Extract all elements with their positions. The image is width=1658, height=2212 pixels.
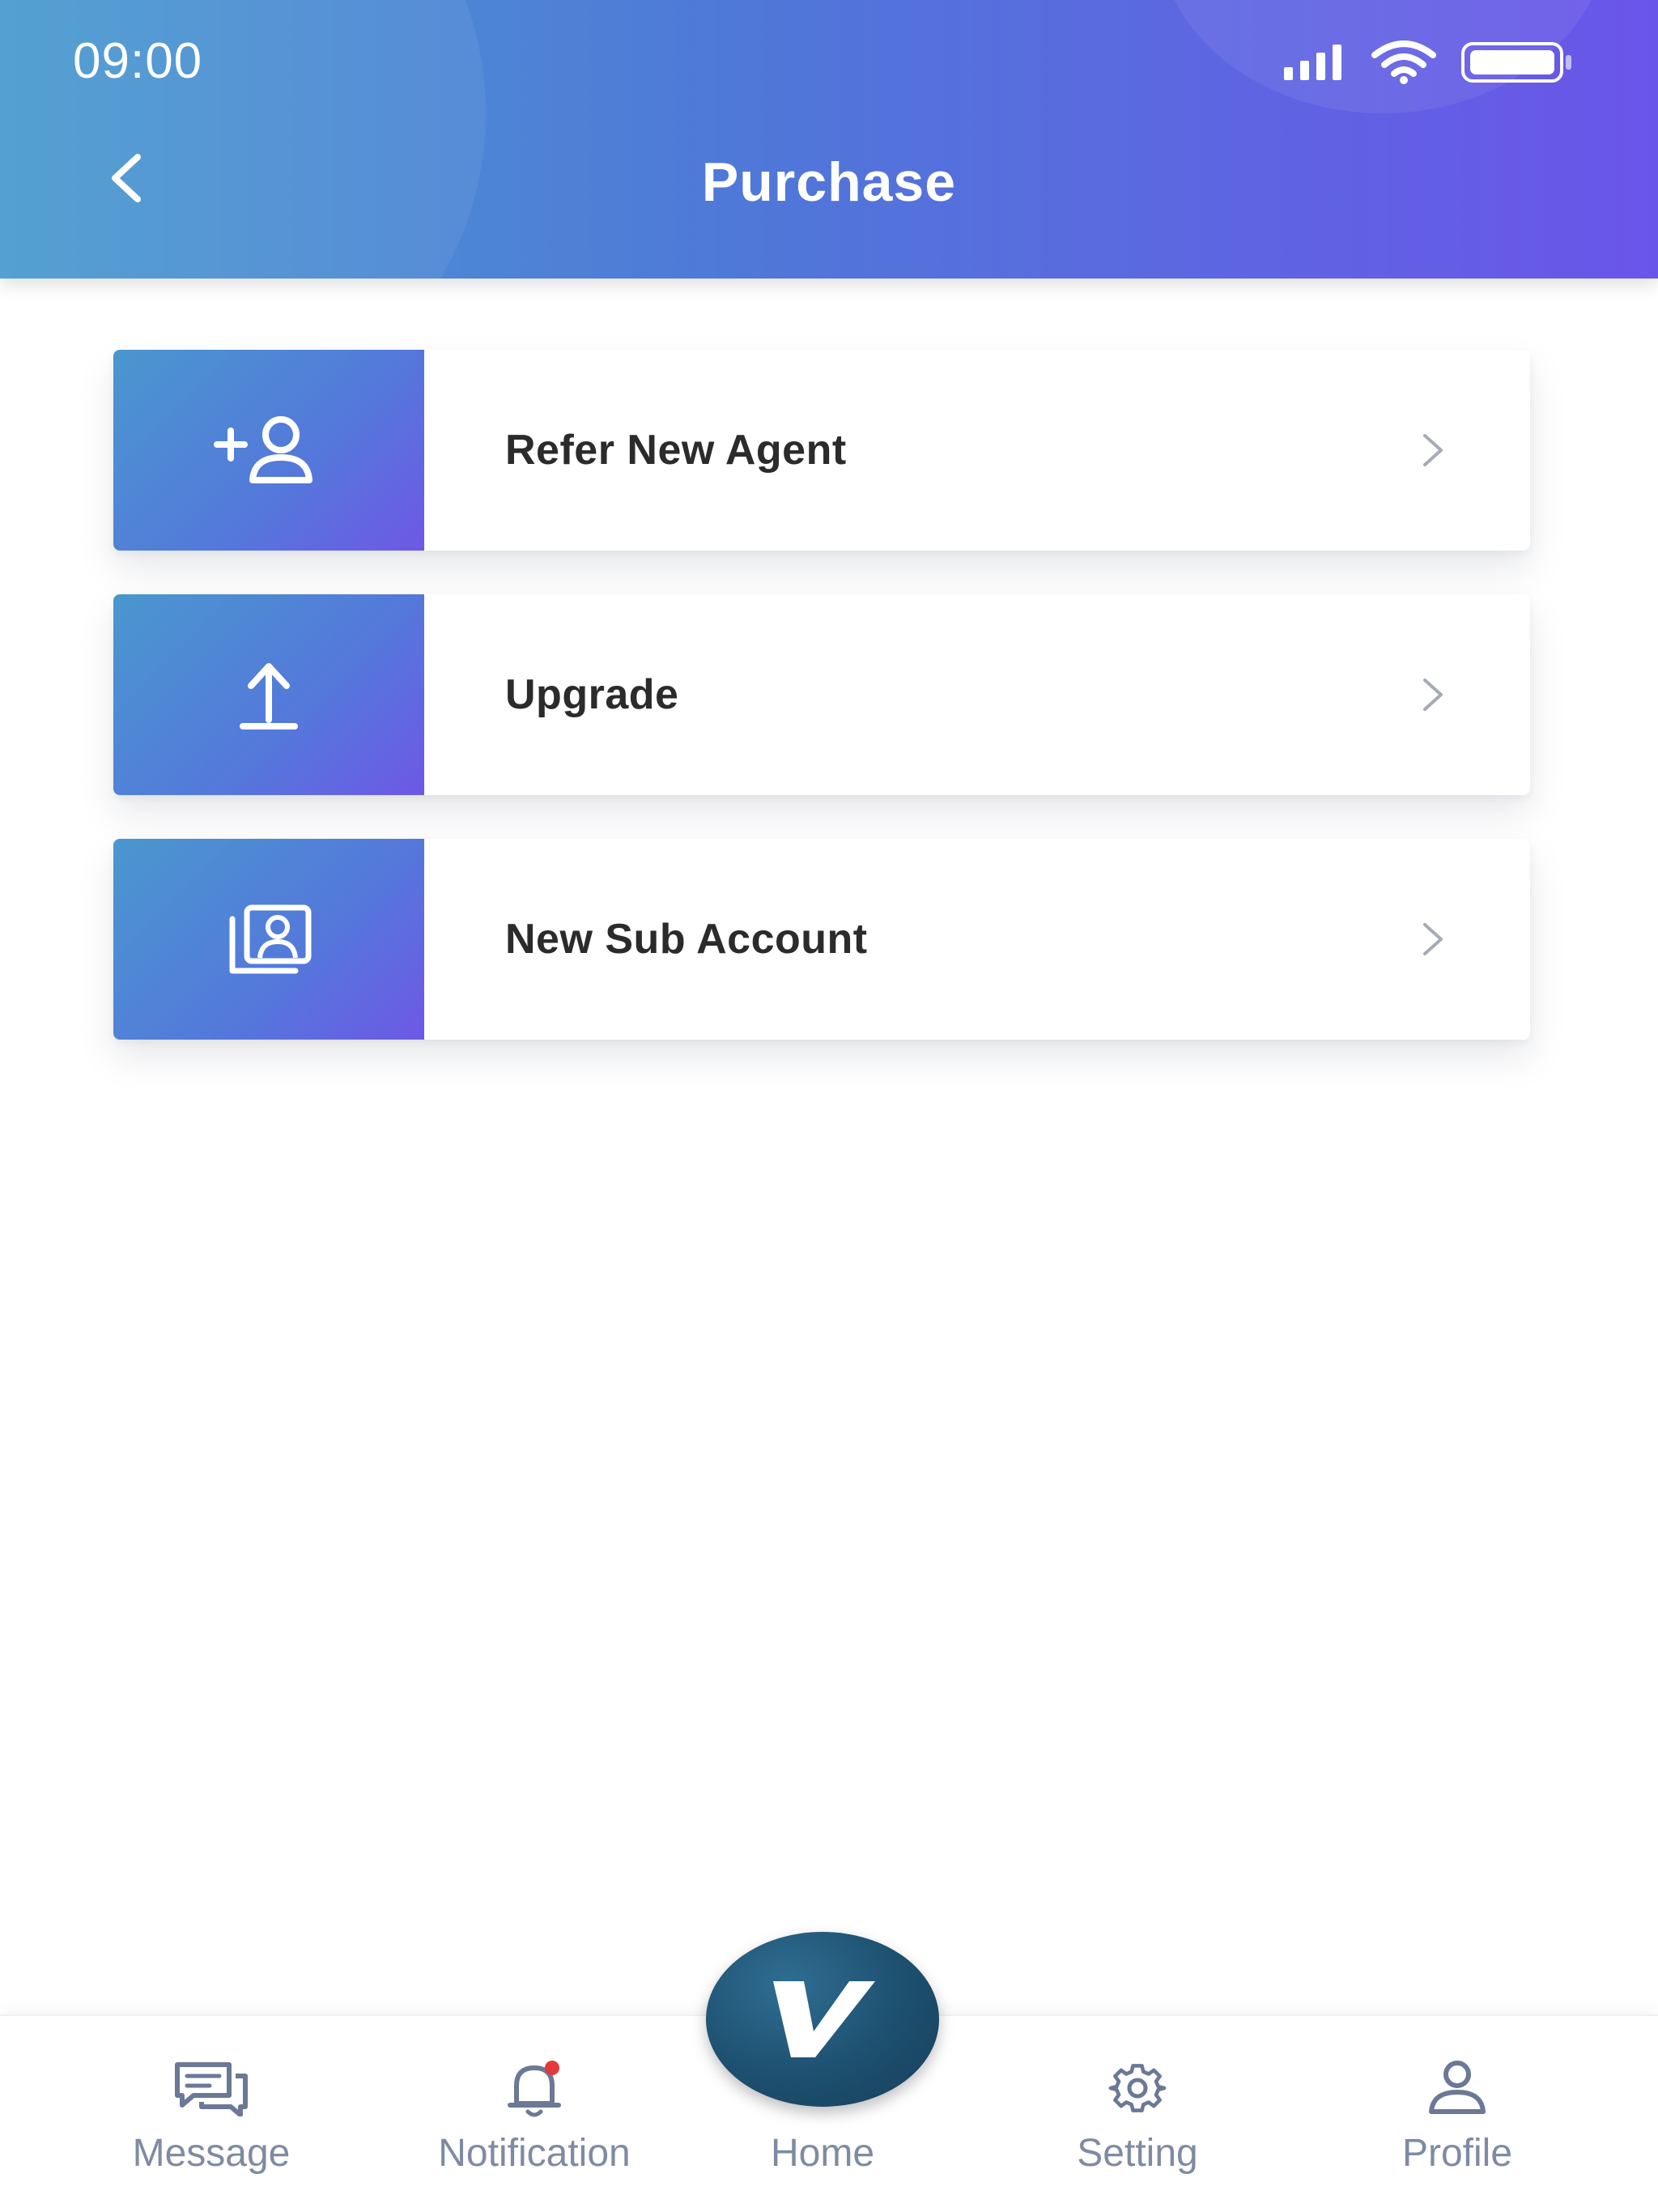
header: 09:00 Purchase [0, 0, 1658, 279]
nav-label: Setting [1077, 2132, 1198, 2175]
new-sub-account-item[interactable]: New Sub Account [113, 839, 1530, 1040]
refer-new-agent-item[interactable]: Refer New Agent [113, 350, 1530, 551]
chevron-right-icon [1423, 678, 1443, 711]
nav-label: Profile [1401, 2132, 1513, 2175]
nav-label: Notification [438, 2132, 631, 2175]
nav-item-profile[interactable]: Profile [1368, 2016, 1546, 2212]
menu-item-label: Refer New Agent [505, 427, 847, 474]
chevron-right-icon [1423, 923, 1443, 955]
purchase-screen: 09:00 Purchase Refer New Agent Upgrade N… [0, 0, 1658, 2212]
nav-item-setting[interactable]: Setting [1044, 2016, 1231, 2212]
signal-icon [1284, 45, 1341, 80]
nav-label: Message [132, 2132, 291, 2175]
chevron-right-icon [1423, 434, 1443, 466]
chat-bubbles-icon [175, 2062, 248, 2116]
card-icon-box [113, 594, 424, 795]
status-icons [1282, 40, 1574, 84]
upgrade-item[interactable]: Upgrade [113, 594, 1530, 795]
notification-badge [545, 2061, 559, 2075]
battery-icon [1461, 42, 1571, 83]
menu-list: Refer New Agent Upgrade New Sub Account [113, 350, 1530, 1083]
bell-icon [508, 2061, 561, 2117]
profile-stack-icon [229, 904, 312, 974]
menu-item-label: Upgrade [505, 671, 679, 718]
card-icon-box [113, 350, 424, 551]
home-button[interactable] [706, 1932, 939, 2107]
upload-arrow-icon [240, 663, 298, 730]
wifi-icon [1371, 40, 1436, 84]
page-title: Purchase [701, 151, 957, 213]
home-logo-icon [773, 1981, 875, 2057]
add-user-icon [214, 416, 312, 483]
status-time: 09:00 [73, 33, 203, 89]
person-icon [1429, 2061, 1486, 2114]
nav-item-message[interactable]: Message [113, 2016, 309, 2212]
nav-item-notification[interactable]: Notification [405, 2016, 664, 2212]
card-icon-box [113, 839, 424, 1040]
gear-icon [1108, 2064, 1167, 2112]
nav-label: Home [770, 2132, 875, 2175]
menu-item-label: New Sub Account [505, 916, 868, 963]
